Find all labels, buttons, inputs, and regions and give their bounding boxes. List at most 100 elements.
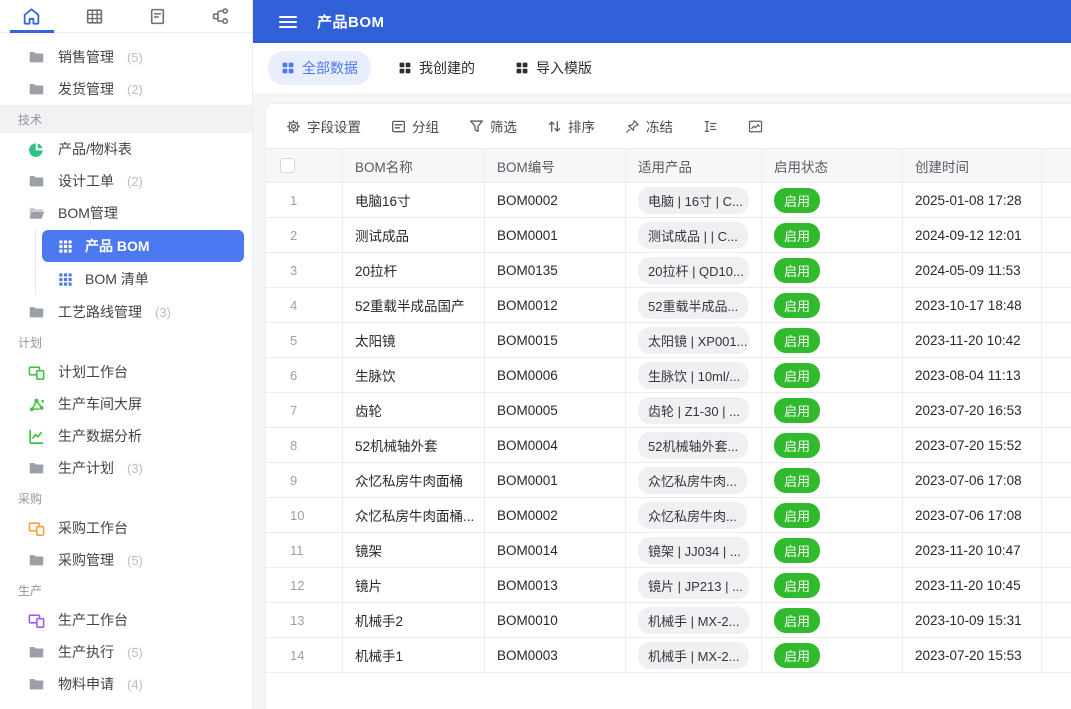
table-row[interactable]: 13机械手2BOM0010机械手 | MX-2...启用2023-10-09 1…	[266, 603, 1071, 638]
extra-cell	[1042, 568, 1071, 602]
toolbar-row-height-icon[interactable]	[703, 119, 718, 134]
sidebar-item-生产工作台[interactable]: 生产工作台	[0, 604, 252, 636]
grid-icon	[58, 272, 73, 287]
sidebar-item-count: (5)	[127, 553, 143, 568]
column-header-适用产品[interactable]: 适用产品	[626, 149, 762, 182]
sidebar-item-label: BOM管理	[58, 203, 118, 223]
toolbar-冻结[interactable]: 冻结	[625, 116, 673, 136]
created-time-cell: 2023-07-06 17:08	[903, 498, 1042, 532]
row-number: 10	[290, 508, 304, 523]
table-row[interactable]: 5太阳镜BOM0015太阳镜 | XP001...启用2023-11-20 10…	[266, 323, 1071, 358]
table-row[interactable]: 12镜片BOM0013镜片 | JP213 | ...启用2023-11-20 …	[266, 568, 1071, 603]
table-row[interactable]: 7齿轮BOM0005齿轮 | Z1-30 | ...启用2023-07-20 1…	[266, 393, 1071, 428]
column-header-BOM编号[interactable]: BOM编号	[485, 149, 626, 182]
sidebar-item-销售管理[interactable]: 销售管理(5)	[0, 41, 252, 73]
tab-全部数据[interactable]: 全部数据	[268, 51, 371, 85]
sidebar-item-采购工作台[interactable]: 采购工作台	[0, 512, 252, 544]
tab-我创建的[interactable]: 我创建的	[385, 51, 488, 85]
sidebar-item-label: 发货管理	[58, 79, 114, 99]
sidebar-item-采购管理[interactable]: 采购管理(5)	[0, 544, 252, 576]
table-row[interactable]: 9众忆私房牛肉面桶BOM0001众忆私房牛肉...启用2023-07-06 17…	[266, 463, 1071, 498]
sidebar-item-设计工单[interactable]: 设计工单(2)	[0, 165, 252, 197]
table-row[interactable]: 452重载半成品国产BOM001252重载半成品...启用2023-10-17 …	[266, 288, 1071, 323]
sidebar-item-label: 物料申请	[58, 674, 114, 694]
table-row[interactable]: 320拉杆BOM013520拉杆 | QD10...启用2024-05-09 1…	[266, 253, 1071, 288]
sidebar-item-label: 生产计划	[58, 458, 114, 478]
content-area: 字段设置 分组 筛选 排序 冻结 BOM名称BOM编号适用产品启用状态创建时间 1电脑1…	[253, 93, 1071, 709]
table-row[interactable]: 11镜架BOM0014镜架 | JJ034 | ...启用2023-11-20 …	[266, 533, 1071, 568]
sidebar-item-发货管理[interactable]: 发货管理(2)	[0, 73, 252, 105]
bom-code-cell: BOM0013	[485, 568, 626, 602]
product-tag: 太阳镜 | XP001...	[638, 327, 749, 354]
nav-document-icon[interactable]	[126, 0, 189, 32]
toolbar-筛选[interactable]: 筛选	[469, 116, 517, 136]
extra-cell	[1042, 603, 1071, 637]
toolbar-排序[interactable]: 排序	[547, 116, 595, 136]
table-row[interactable]: 6生脉饮BOM0006生脉饮 | 10ml/...启用2023-08-04 11…	[266, 358, 1071, 393]
select-all-checkbox[interactable]	[280, 158, 295, 173]
table-row[interactable]: 1电脑16寸BOM0002电脑 | 16寸 | C...启用2025-01-08…	[266, 183, 1071, 218]
extra-cell	[1042, 463, 1071, 497]
column-header-启用状态[interactable]: 启用状态	[762, 149, 903, 182]
status-badge: 启用	[774, 573, 820, 598]
sidebar-item-物料申请[interactable]: 物料申请(4)	[0, 668, 252, 700]
row-number: 11	[290, 543, 304, 558]
row-number-cell: 5	[266, 323, 343, 357]
created-time-cell: 2024-09-12 12:01	[903, 218, 1042, 252]
table-toolbar: 字段设置 分组 筛选 排序 冻结	[266, 104, 1071, 148]
column-header-BOM名称[interactable]: BOM名称	[343, 149, 485, 182]
sidebar-item-生产计划[interactable]: 生产计划(3)	[0, 452, 252, 484]
row-number-cell: 2	[266, 218, 343, 252]
row-number: 12	[290, 578, 304, 593]
sidebar-item-产品-BOM[interactable]: 产品 BOM	[42, 230, 244, 262]
bom-name-cell: 测试成品	[343, 218, 485, 252]
nav-table-icon[interactable]	[63, 0, 126, 32]
row-height-icon	[703, 119, 718, 134]
table-row[interactable]: 14机械手1BOM0003机械手 | MX-2...启用2023-07-20 1…	[266, 638, 1071, 673]
created-time-cell: 2024-05-09 11:53	[903, 253, 1042, 287]
status-badge: 启用	[774, 538, 820, 563]
column-header-创建时间[interactable]: 创建时间	[903, 149, 1042, 182]
created-time-cell: 2023-10-09 15:31	[903, 603, 1042, 637]
menu-icon[interactable]	[279, 15, 297, 29]
sidebar-item-生产执行[interactable]: 生产执行(5)	[0, 636, 252, 668]
sidebar-section-label: 采购	[0, 484, 252, 512]
extra-cell	[1042, 323, 1071, 357]
sidebar-item-BOM-清单[interactable]: BOM 清单	[42, 263, 244, 295]
row-number-cell: 14	[266, 638, 343, 672]
extra-cell	[1042, 533, 1071, 567]
status-cell: 启用	[762, 498, 903, 532]
toolbar-chart-icon[interactable]	[748, 119, 763, 134]
sidebar-subgroup: 产品 BOM BOM 清单	[35, 230, 252, 295]
sidebar-item-生产数据分析[interactable]: 生产数据分析	[0, 420, 252, 452]
sort-icon	[547, 119, 562, 134]
bom-name-cell: 机械手1	[343, 638, 485, 672]
bom-name-cell: 众忆私房牛肉面桶	[343, 463, 485, 497]
nav-home-icon[interactable]	[0, 0, 63, 32]
status-cell: 启用	[762, 638, 903, 672]
table-row[interactable]: 852机械轴外套BOM000452机械轴外套...启用2023-07-20 15…	[266, 428, 1071, 463]
sidebar-item-产品/物料表[interactable]: 产品/物料表	[0, 133, 252, 165]
tab-导入模版[interactable]: 导入模版	[502, 51, 605, 85]
sidebar-item-label: BOM 清单	[85, 269, 149, 289]
sidebar-item-计划工作台[interactable]: 计划工作台	[0, 356, 252, 388]
toolbar-label: 分组	[412, 116, 439, 136]
sidebar-item-label: 工艺路线管理	[58, 302, 142, 322]
product-tag: 机械手 | MX-2...	[638, 642, 749, 669]
sidebar-item-label: 生产车间大屏	[58, 394, 142, 414]
bom-name-cell: 电脑16寸	[343, 183, 485, 217]
sidebar-item-BOM管理[interactable]: BOM管理	[0, 197, 252, 229]
nav-workflow-icon[interactable]	[189, 0, 252, 32]
gear-icon	[286, 119, 301, 134]
table-row[interactable]: 2测试成品BOM0001测试成品 | | C...启用2024-09-12 12…	[266, 218, 1071, 253]
tab-grid-icon	[281, 61, 295, 75]
sidebar-item-生产车间大屏[interactable]: 生产车间大屏	[0, 388, 252, 420]
extra-cell	[1042, 183, 1071, 217]
bom-name-cell: 52机械轴外套	[343, 428, 485, 462]
table-row[interactable]: 10众忆私房牛肉面桶...BOM0002众忆私房牛肉...启用2023-07-0…	[266, 498, 1071, 533]
sidebar-item-工艺路线管理[interactable]: 工艺路线管理(3)	[0, 296, 252, 328]
toolbar-分组[interactable]: 分组	[391, 116, 439, 136]
table-header-row: BOM名称BOM编号适用产品启用状态创建时间	[266, 148, 1071, 183]
toolbar-字段设置[interactable]: 字段设置	[286, 116, 361, 136]
tab-label: 我创建的	[419, 58, 475, 78]
